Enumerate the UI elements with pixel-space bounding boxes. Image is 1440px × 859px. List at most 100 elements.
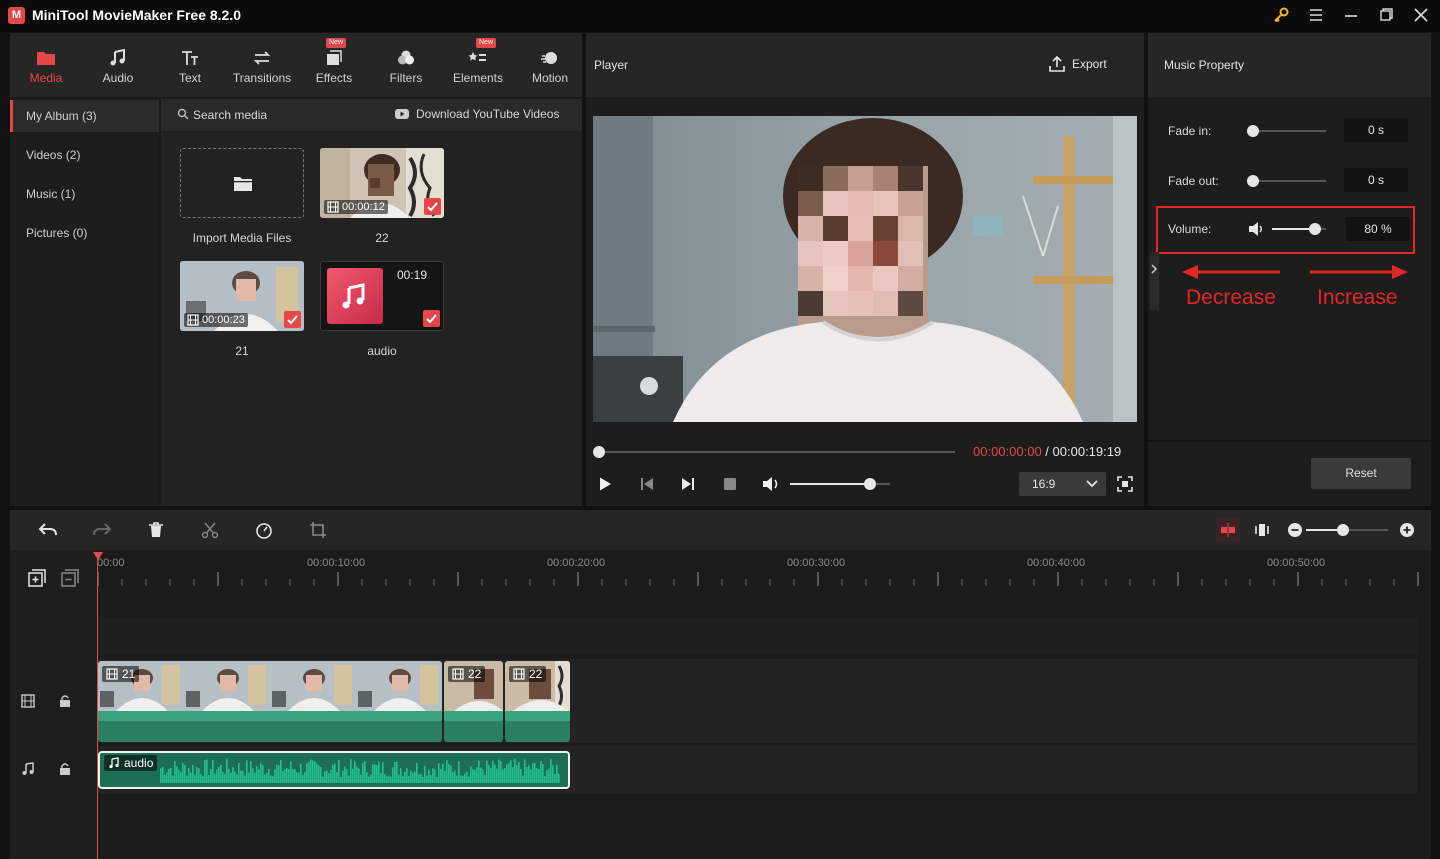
music-note-icon [90,45,146,71]
key-icon[interactable] [1272,6,1292,26]
volume-fill [790,483,870,485]
tab-filters[interactable]: Filters [378,33,434,97]
search-input[interactable]: Search media [193,108,267,122]
split-scissors-icon[interactable] [201,521,219,539]
export-icon [1049,55,1065,72]
play-icon[interactable] [597,476,613,492]
media-thumb-21[interactable]: 00:00:23 [180,261,304,331]
tab-elements[interactable]: New Elements [450,33,506,97]
fit-timeline-icon[interactable] [1253,521,1271,539]
tab-elements-label: Elements [452,71,504,85]
duration-tag: 00:00:12 [324,200,388,214]
elements-icon [450,45,506,71]
aspect-ratio-select[interactable]: 16:9 [1019,472,1106,496]
import-media-button[interactable] [180,148,304,218]
playhead[interactable] [97,552,98,859]
snap-toggle[interactable] [1216,518,1240,542]
media-thumb-22[interactable]: 00:00:12 [320,148,444,218]
film-icon [106,668,118,680]
fade-out-value[interactable]: 0 s [1344,168,1408,192]
fade-in-slider[interactable] [1252,130,1326,132]
timeline-clip-22a[interactable]: 22 [444,661,503,742]
redo-icon[interactable] [92,521,112,539]
lock-icon[interactable] [59,694,71,708]
next-frame-icon[interactable] [680,476,696,492]
album-item-videos[interactable]: Videos (2) [10,139,159,171]
crop-icon[interactable] [309,521,327,539]
youtube-icon [395,108,409,120]
tab-audio[interactable]: Audio [90,33,146,97]
fade-in-handle[interactable] [1247,125,1259,137]
time-separator: / [1041,444,1053,459]
tab-effects-label: Effects [315,71,353,85]
media-folder-icon [18,45,74,71]
speed-icon[interactable] [255,521,273,539]
time-current: 00:00:00:00 [973,444,1042,459]
video-preview [593,116,1137,422]
close-icon[interactable] [1412,6,1432,26]
media-name-21: 21 [235,344,249,358]
timeline-ruler[interactable] [97,552,1421,592]
clip-name: 22 [468,667,482,681]
collapse-panel-handle[interactable] [1150,252,1159,310]
volume-value[interactable]: 80 % [1346,217,1410,241]
tab-effects[interactable]: New Effects [306,33,362,97]
timeline-clip-21[interactable]: 21 [98,661,442,742]
add-track-icon[interactable] [28,569,46,587]
video-track-icon [21,694,35,708]
remove-track-icon[interactable] [61,569,79,587]
fullscreen-icon[interactable] [1117,476,1133,492]
export-button[interactable]: Export [1048,55,1107,73]
ruler-label-20: 00:00:20:00 [547,557,606,569]
clip-name: audio [124,756,154,770]
clip-name: 21 [122,667,136,681]
album-item-my-album[interactable]: My Album (3) [10,100,159,132]
increase-arrow-icon [1310,265,1410,279]
clip-name: 22 [529,667,543,681]
progress-handle[interactable] [593,446,605,458]
lock-icon[interactable] [59,762,71,776]
menu-icon[interactable] [1307,6,1327,26]
zoom-out-icon[interactable] [1287,522,1303,538]
album-item-pictures[interactable]: Pictures (0) [10,217,159,249]
zoom-in-icon[interactable] [1399,522,1415,538]
clip-label: 22 [509,666,547,682]
duration-tag: 00:00:23 [184,313,248,327]
property-divider [1148,440,1431,442]
playhead-handle[interactable] [93,552,103,560]
previous-frame-icon[interactable] [639,476,655,492]
property-title: Music Property [1164,58,1245,72]
tab-media[interactable]: Media [18,33,74,97]
timeline-audio-clip[interactable]: audio [98,751,570,789]
checkmark-icon[interactable] [284,311,301,328]
maximize-icon[interactable] [1377,6,1397,26]
motion-icon [522,45,578,71]
timeline-clip-22b[interactable]: 22 [505,661,570,742]
clip-label: audio [104,755,158,771]
tab-motion[interactable]: Motion [522,33,578,97]
undo-icon[interactable] [38,521,58,539]
tab-transitions-label: Transitions [232,71,292,85]
zoom-handle[interactable] [1336,524,1349,536]
tab-transitions[interactable]: Transitions [228,33,296,97]
fade-out-handle[interactable] [1247,175,1259,187]
fade-out-slider[interactable] [1252,180,1326,182]
checkmark-icon[interactable] [423,310,440,327]
chevron-right-icon [1151,264,1158,274]
checkmark-icon[interactable] [424,198,441,215]
reset-button[interactable]: Reset [1311,458,1411,489]
volume-icon[interactable] [761,475,781,493]
fade-in-value[interactable]: 0 s [1344,118,1408,142]
progress-track[interactable] [598,451,955,453]
time-display: 00:00:00:00 / 00:00:19:19 [973,444,1121,459]
volume-handle[interactable] [864,478,876,490]
delete-icon[interactable] [147,521,165,539]
media-thumb-audio[interactable]: 00:19 [320,261,444,331]
volume-label: Volume: [1168,222,1212,236]
minimize-icon[interactable] [1342,6,1362,26]
album-item-music[interactable]: Music (1) [10,178,159,210]
download-youtube-link[interactable]: Download YouTube Videos [416,107,559,121]
tab-text[interactable]: Text [162,33,218,97]
stop-icon[interactable] [722,476,738,492]
volume-icon [1248,221,1266,237]
